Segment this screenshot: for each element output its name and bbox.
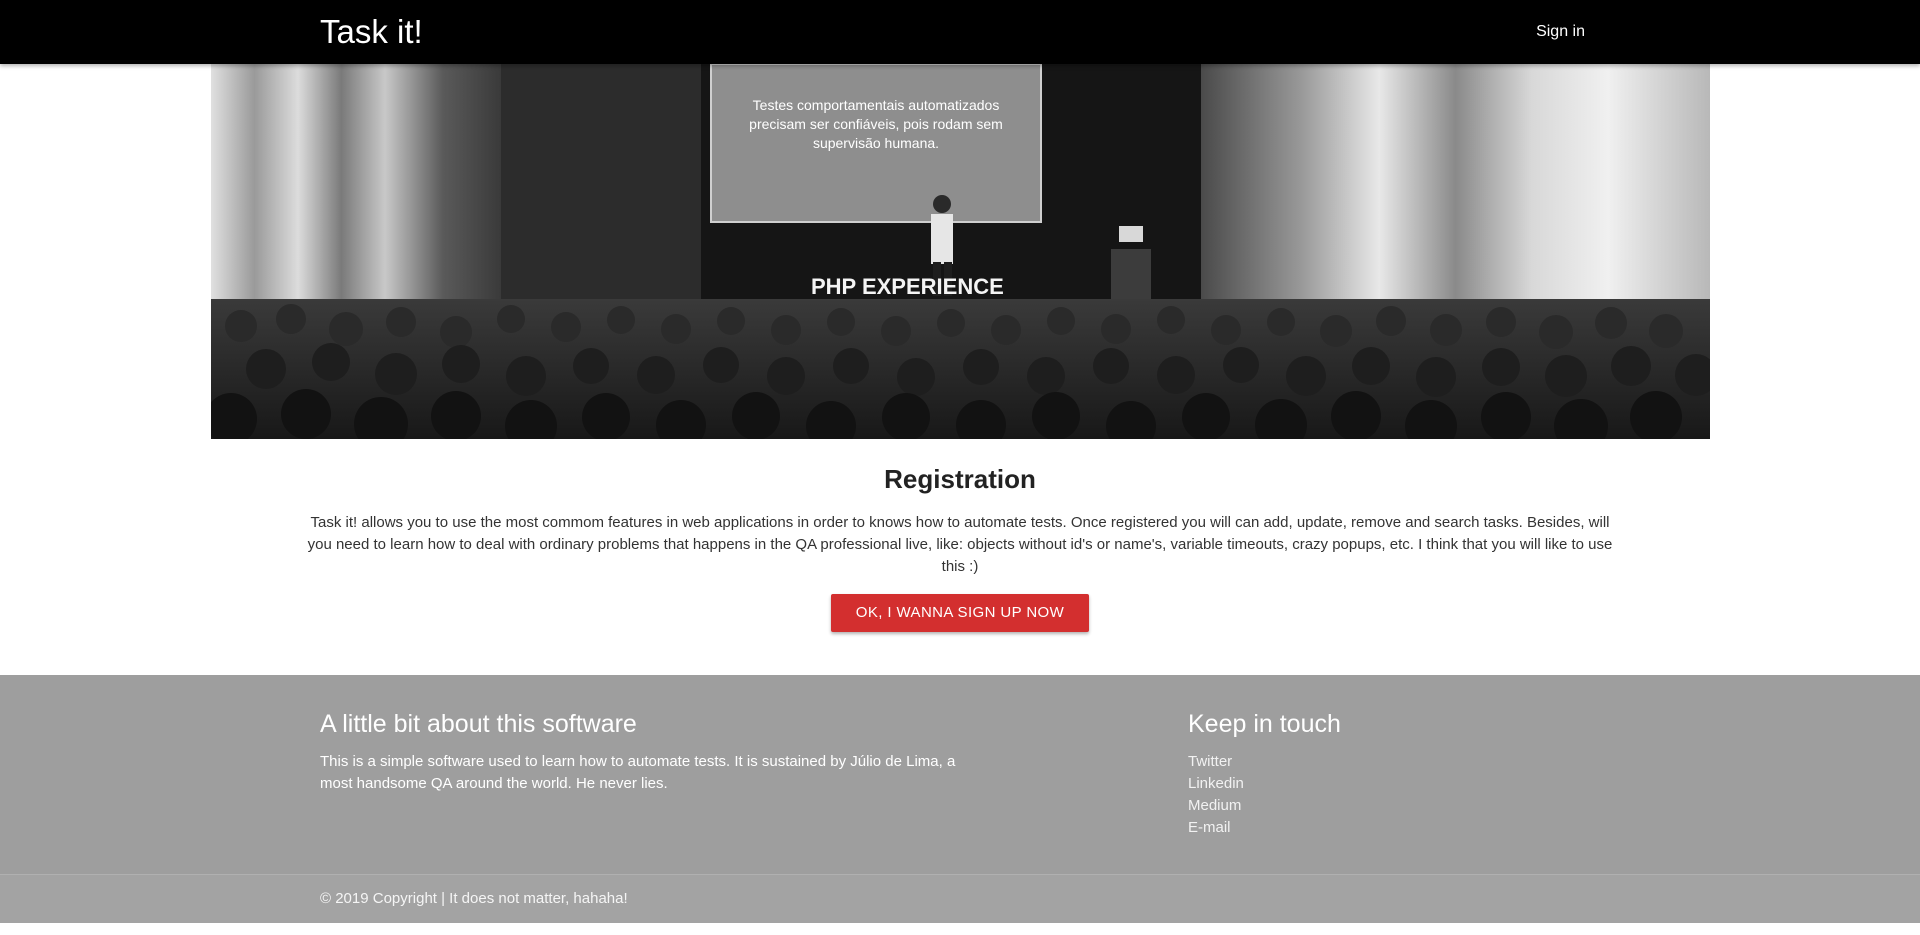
list-item: Twitter <box>1188 751 1588 773</box>
medium-link[interactable]: Medium <box>1188 797 1241 814</box>
registration-title: Registration <box>884 464 1036 494</box>
slide-text-3: supervisão humana. <box>813 135 939 151</box>
registration-section: Registration Task it! allows you to use … <box>300 462 1620 632</box>
slide-text-1: Testes comportamentais automatizados <box>753 97 1000 113</box>
slide-text-2: precisam ser confiáveis, pois rodam sem <box>749 116 1003 132</box>
copyright-text: © 2019 Copyright | It does not matter, h… <box>320 890 628 907</box>
brand-logo[interactable]: Task it! <box>320 13 423 51</box>
footer-about: A little bit about this software This is… <box>320 707 960 795</box>
contact-links: Twitter Linkedin Medium E-mail <box>1188 751 1588 839</box>
registration-description: Task it! allows you to use the most comm… <box>307 514 1613 575</box>
signup-button[interactable]: OK, I WANNA SIGN UP NOW <box>831 594 1089 632</box>
hero-image: Testes comportamentais automatizados pre… <box>211 64 1710 439</box>
footer-contact: Keep in touch Twitter Linkedin Medium E-… <box>1188 707 1588 839</box>
hero-photo: Testes comportamentais automatizados pre… <box>211 64 1710 439</box>
about-text: This is a simple software used to learn … <box>320 753 956 792</box>
list-item: Medium <box>1188 795 1588 817</box>
email-link[interactable]: E-mail <box>1188 819 1231 836</box>
list-item: E-mail <box>1188 817 1588 839</box>
stage-sign: PHP EXPERIENCE <box>811 274 1004 299</box>
about-title: A little bit about this software <box>320 710 637 738</box>
twitter-link[interactable]: Twitter <box>1188 753 1232 770</box>
linkedin-link[interactable]: Linkedin <box>1188 775 1244 792</box>
contact-title: Keep in touch <box>1188 710 1341 738</box>
signin-link[interactable]: Sign in <box>1536 22 1585 42</box>
top-navbar: Task it! Sign in <box>0 0 1920 64</box>
copyright-bar: © 2019 Copyright | It does not matter, h… <box>0 874 1920 923</box>
list-item: Linkedin <box>1188 773 1588 795</box>
page-footer: A little bit about this software This is… <box>0 675 1920 874</box>
